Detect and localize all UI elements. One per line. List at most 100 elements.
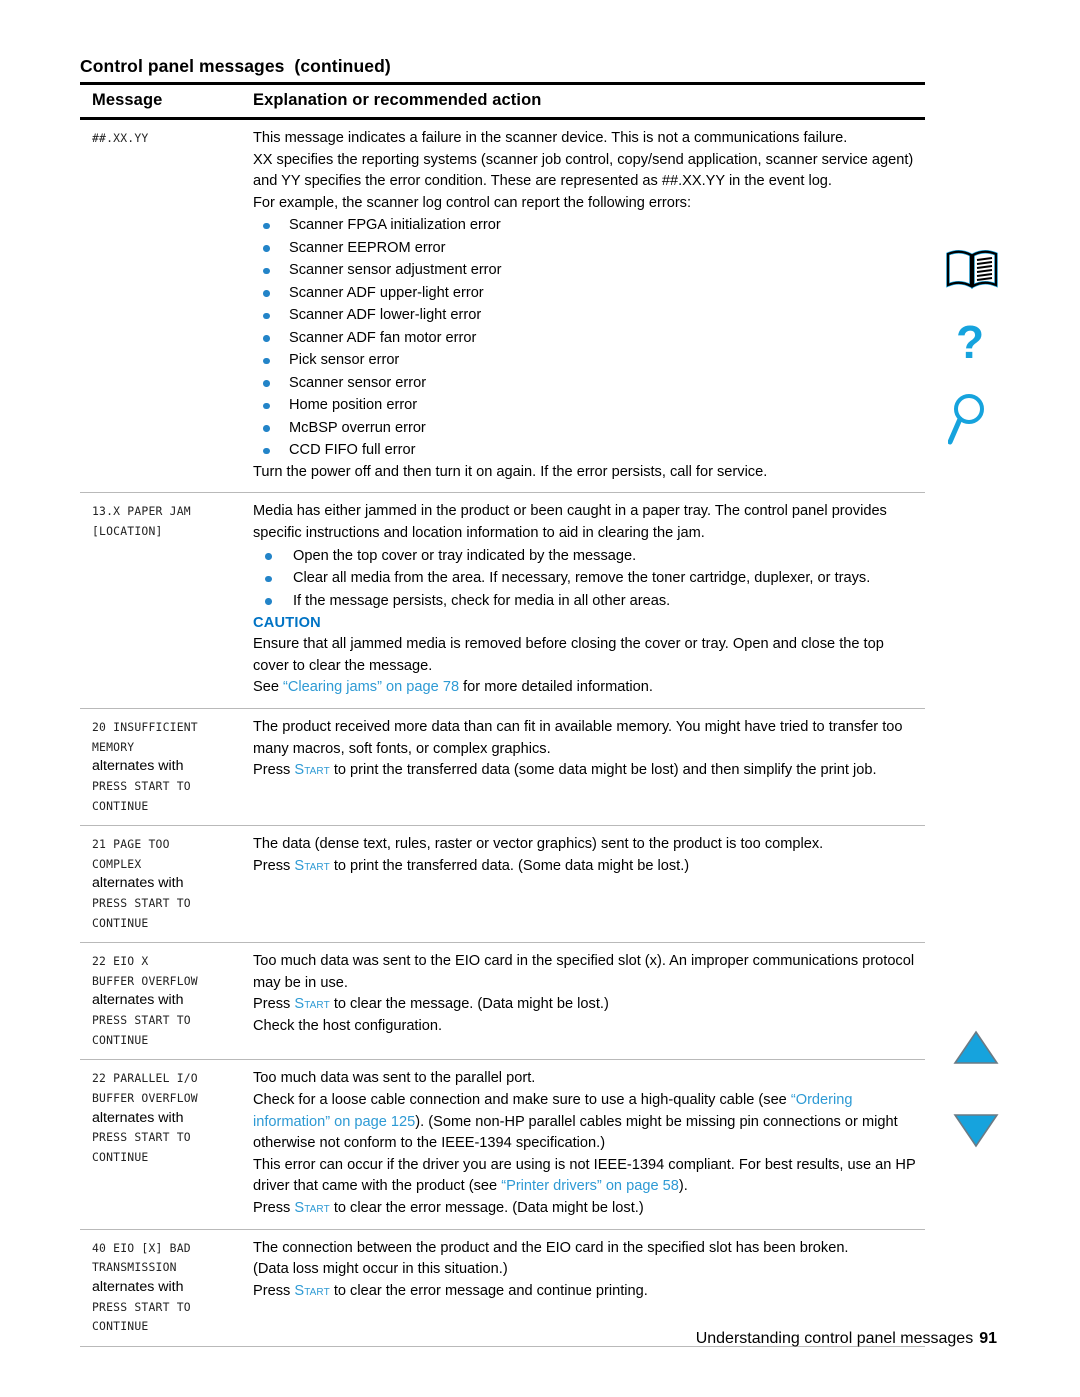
explanation-cell: The product received more data than can … [253,717,925,782]
press-start-instruction: Press Start to print the transferred dat… [253,856,921,878]
message-code-line: COMPLEX [92,856,142,871]
alternates-with-label: alternates with [92,875,184,892]
list-item-label: Scanner EEPROM error [289,239,446,256]
paragraph: Check the host configuration. [253,1018,443,1035]
arrow-down-icon[interactable] [953,1112,999,1153]
message-cell: 40 EIO [X] BAD TRANSMISSION alternates w… [80,1238,253,1337]
list-item: Open the top cover or tray indicated by … [253,545,921,568]
message-cell: 21 PAGE TOO COMPLEX alternates with PRES… [80,834,253,933]
table-row: 22 EIO X BUFFER OVERFLOW alternates with… [80,943,925,1059]
message-code-line: BUFFER OVERFLOW [92,1091,198,1106]
explanation-cell: Too much data was sent to the parallel p… [253,1068,925,1219]
press-start-instruction: Press Start to clear the error message a… [253,1281,921,1303]
table-row: 22 PARALLEL I/O BUFFER OVERFLOW alternat… [80,1060,925,1228]
table-row: 40 EIO [X] BAD TRANSMISSION alternates w… [80,1230,925,1346]
paragraph: Too much data was sent to the EIO card i… [253,953,915,991]
document-page: Control panel messages (continued) Messa… [0,0,1080,1397]
list-item-label: CCD FIFO full error [289,442,416,459]
paragraph: XX specifies the reporting systems (scan… [253,151,914,190]
message-code-line: 40 EIO [X] BAD [92,1240,191,1255]
message-code-line: 22 EIO X [92,954,149,969]
explanation-cell: Too much data was sent to the EIO card i… [253,951,925,1037]
list-item: Pick sensor error [253,349,921,372]
list-item-label: Scanner sensor adjustment error [289,262,502,279]
start-key-label: Start [294,762,330,779]
press-prefix: Press [253,996,295,1013]
bullet-icon [265,553,272,560]
alternate-code-line: CONTINUE [92,1319,149,1334]
control-panel-messages-table: Message Explanation or recommended actio… [80,82,925,1347]
book-icon[interactable] [946,249,998,296]
paragraph: Turn the power off and then turn it on a… [253,463,768,480]
cross-reference-link[interactable]: “Printer drivers” on page 58 [501,1178,679,1194]
start-key-label: Start [294,996,330,1013]
bullet-icon [263,290,270,297]
press-prefix: Press [253,762,295,779]
footer-label: Understanding control panel messages [695,1330,974,1347]
press-start-instruction: Press Start to print the transferred dat… [253,760,921,782]
cross-reference-link[interactable]: “Clearing jams” on page 78 [283,679,459,695]
alternate-code-line: CONTINUE [92,798,149,813]
list-item-label: Scanner sensor error [289,374,427,391]
paragraph: The product received more data than can … [253,718,903,757]
paragraph: Media has either jammed in the product o… [253,503,887,542]
see-prefix: See [253,679,284,696]
paragraph: (Data loss might occur in this situation… [253,1261,508,1278]
table-row: ##.XX.YY This message indicates a failur… [80,120,925,492]
press-prefix: Press [253,1200,295,1217]
press-prefix: Press [253,1282,295,1299]
message-code-line: 13.X PAPER JAM [92,504,191,519]
list-item: McBSP overrun error [253,417,921,440]
list-item-label: Home position error [289,397,418,414]
alternates-with-label: alternates with [92,992,184,1009]
paragraph: This message indicates a failure in the … [253,130,848,146]
paragraph: The data (dense text, rules, raster or v… [253,836,824,853]
list-item-label: If the message persists, check for media… [293,592,671,609]
message-cell: 22 EIO X BUFFER OVERFLOW alternates with… [80,951,253,1050]
list-item-label: Scanner FPGA initialization error [289,217,501,234]
bullet-icon [263,222,270,230]
caution-text: Ensure that all jammed media is removed … [253,636,884,674]
page-title-main: Control panel messages [80,56,285,76]
bullet-icon [263,447,270,455]
arrow-up-icon[interactable] [953,1030,999,1071]
paragraph-with-link: This error can occur if the driver you a… [253,1155,921,1198]
press-suffix: to clear the error message. (Data might … [329,1200,644,1217]
message-code-line: MEMORY [92,739,135,754]
message-code-line: ##.XX.YY [92,131,149,145]
list-item: CCD FIFO full error [253,439,921,462]
press-suffix: to clear the error message and continue … [329,1282,648,1299]
alternate-code-line: PRESS START TO [92,1130,191,1145]
text-before-link: Check for a loose cable connection and m… [253,1092,791,1109]
alternate-code-line: PRESS START TO [92,778,191,793]
bullet-icon [263,312,270,320]
press-suffix: to print the transferred data (some data… [329,762,877,779]
magnifier-icon[interactable] [947,392,996,453]
alternate-code-line: CONTINUE [92,915,149,930]
text-after-link: ). [678,1178,688,1195]
list-item: Home position error [253,394,921,417]
press-start-instruction: Press Start to clear the message. (Data … [253,994,921,1016]
list-item-label: Scanner ADF lower-light error [289,307,482,324]
list-item: Clear all media from the area. If necess… [253,567,921,590]
list-item-label: McBSP overrun error [289,419,426,436]
question-mark-icon[interactable]: ? [950,316,996,379]
list-item-label: Open the top cover or tray indicated by … [293,547,637,564]
paragraph: The connection between the product and t… [253,1239,849,1256]
alternate-code-line: CONTINUE [92,1150,149,1165]
alternate-code-line: PRESS START TO [92,896,191,911]
page-number: 91 [979,1330,997,1347]
alternates-with-label: alternates with [92,1278,184,1295]
bullet-icon [263,267,270,275]
bullet-icon [263,380,270,387]
list-item: If the message persists, check for media… [253,590,921,613]
column-header-message: Message [92,91,163,109]
see-suffix: for more detailed information. [459,679,653,696]
message-code-line: [LOCATION] [92,524,163,539]
list-item: Scanner FPGA initialization error [253,214,921,237]
bullet-icon [263,425,270,432]
list-item-label: Pick sensor error [289,352,400,369]
explanation-cell: The connection between the product and t… [253,1238,925,1303]
list-item: Scanner ADF lower-light error [253,304,921,327]
message-cell: 13.X PAPER JAM [LOCATION] [80,501,253,541]
